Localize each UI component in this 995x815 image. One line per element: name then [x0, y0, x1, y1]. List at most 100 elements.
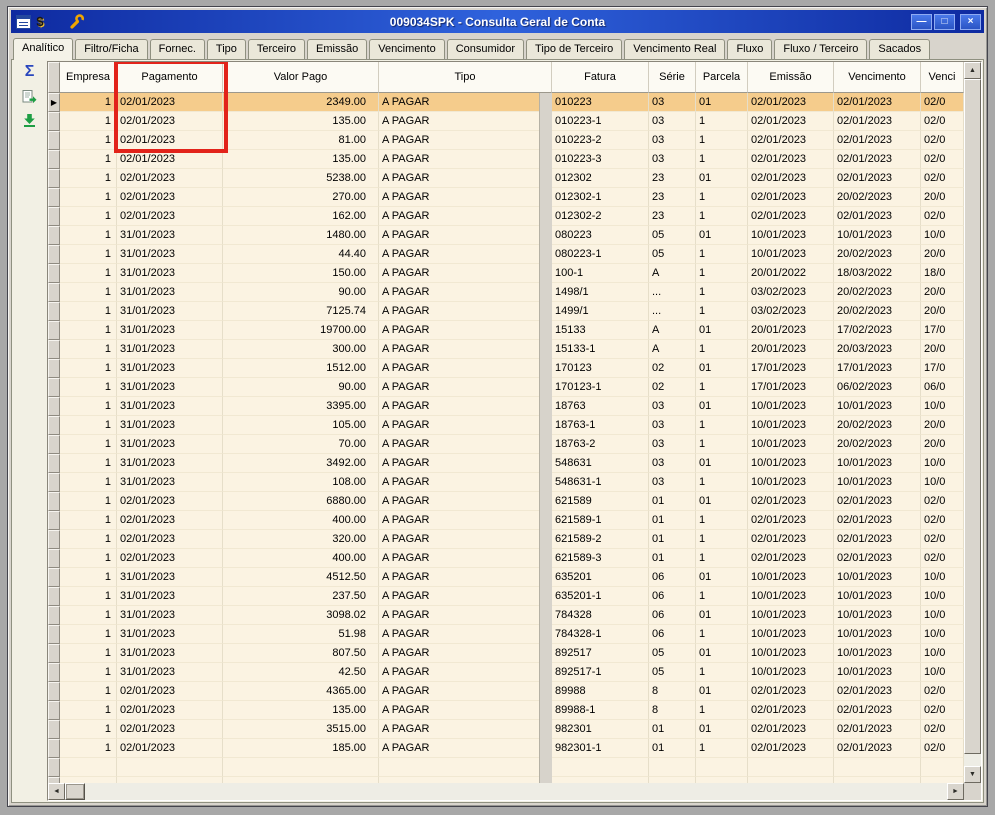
- export-grid-button[interactable]: [20, 87, 40, 105]
- cell[interactable]: A PAGAR: [379, 397, 552, 416]
- cell[interactable]: A PAGAR: [379, 644, 552, 663]
- table-row[interactable]: 131/01/20233492.00A PAGAR548631030110/01…: [48, 454, 964, 473]
- cell[interactable]: 02/01/2023: [117, 511, 223, 530]
- cell[interactable]: 20/0: [921, 188, 964, 207]
- cell[interactable]: 31/01/2023: [117, 378, 223, 397]
- cell[interactable]: 400.00: [223, 549, 379, 568]
- cell[interactable]: 1: [696, 302, 748, 321]
- cell[interactable]: 02/01/2023: [117, 112, 223, 131]
- cell[interactable]: 20/01/2022: [748, 264, 834, 283]
- cell[interactable]: 70.00: [223, 435, 379, 454]
- horizontal-scroll-thumb[interactable]: [65, 783, 85, 800]
- cell[interactable]: A: [649, 340, 696, 359]
- cell[interactable]: 18/03/2022: [834, 264, 921, 283]
- cell[interactable]: 02/01/2023: [748, 530, 834, 549]
- cell[interactable]: 10/0: [921, 644, 964, 663]
- vertical-scroll-thumb[interactable]: [964, 79, 981, 754]
- row-indicator[interactable]: [48, 492, 60, 511]
- cell[interactable]: 31/01/2023: [117, 340, 223, 359]
- cell[interactable]: 548631-1: [552, 473, 649, 492]
- cell[interactable]: 1: [60, 511, 117, 530]
- cell[interactable]: 1: [60, 492, 117, 511]
- cell[interactable]: 10/01/2023: [834, 454, 921, 473]
- cell[interactable]: 1: [60, 359, 117, 378]
- cell[interactable]: 31/01/2023: [117, 606, 223, 625]
- cell[interactable]: 621589-1: [552, 511, 649, 530]
- cell[interactable]: 20/0: [921, 416, 964, 435]
- cell[interactable]: A PAGAR: [379, 93, 552, 112]
- cell[interactable]: A PAGAR: [379, 359, 552, 378]
- cell[interactable]: 31/01/2023: [117, 226, 223, 245]
- table-row[interactable]: 131/01/2023150.00A PAGAR100-1A120/01/202…: [48, 264, 964, 283]
- tab-vencimento-real[interactable]: Vencimento Real: [624, 39, 725, 59]
- cell[interactable]: 42.50: [223, 663, 379, 682]
- row-indicator[interactable]: [48, 625, 60, 644]
- cell[interactable]: 6880.00: [223, 492, 379, 511]
- cell[interactable]: A PAGAR: [379, 587, 552, 606]
- cell[interactable]: 02/01/2023: [834, 150, 921, 169]
- cell[interactable]: 10/01/2023: [748, 587, 834, 606]
- scroll-left-button[interactable]: ◄: [48, 783, 65, 800]
- cell[interactable]: 03: [649, 416, 696, 435]
- cell[interactable]: 1512.00: [223, 359, 379, 378]
- cell[interactable]: 01: [649, 492, 696, 511]
- cell[interactable]: A PAGAR: [379, 625, 552, 644]
- cell[interactable]: 02/0: [921, 93, 964, 112]
- cell[interactable]: 621589-3: [552, 549, 649, 568]
- cell[interactable]: 02/01/2023: [748, 150, 834, 169]
- column-header-tipo[interactable]: Tipo: [379, 62, 552, 93]
- cell[interactable]: 300.00: [223, 340, 379, 359]
- cell[interactable]: A PAGAR: [379, 283, 552, 302]
- cell[interactable]: 1: [696, 188, 748, 207]
- cell[interactable]: 1: [696, 264, 748, 283]
- cell[interactable]: 01: [696, 93, 748, 112]
- cell[interactable]: 02/01/2023: [748, 549, 834, 568]
- tab-vencimento[interactable]: Vencimento: [369, 39, 444, 59]
- tab-tipo[interactable]: Tipo: [207, 39, 246, 59]
- cell[interactable]: 06: [649, 606, 696, 625]
- cell[interactable]: 10/01/2023: [834, 644, 921, 663]
- cell[interactable]: 1: [696, 549, 748, 568]
- cell[interactable]: 17/01/2023: [748, 378, 834, 397]
- row-indicator[interactable]: [48, 112, 60, 131]
- cell[interactable]: 51.98: [223, 625, 379, 644]
- cell[interactable]: A PAGAR: [379, 340, 552, 359]
- cell[interactable]: A PAGAR: [379, 549, 552, 568]
- cell[interactable]: 20/02/2023: [834, 416, 921, 435]
- scroll-down-button[interactable]: ▼: [964, 766, 981, 783]
- cell[interactable]: 892517-1: [552, 663, 649, 682]
- table-row[interactable]: 102/01/2023135.00A PAGAR89988-18102/01/2…: [48, 701, 964, 720]
- cell[interactable]: 10/01/2023: [748, 473, 834, 492]
- table-row[interactable]: 131/01/20234512.50A PAGAR635201060110/01…: [48, 568, 964, 587]
- cell[interactable]: 89988: [552, 682, 649, 701]
- cell[interactable]: 10/0: [921, 606, 964, 625]
- cell[interactable]: 01: [696, 397, 748, 416]
- app-icon[interactable]: [14, 13, 32, 31]
- cell[interactable]: 1: [696, 663, 748, 682]
- row-indicator[interactable]: ▶: [48, 93, 60, 112]
- cell[interactable]: 17/01/2023: [748, 359, 834, 378]
- cell[interactable]: 010223-1: [552, 112, 649, 131]
- cell[interactable]: 10/01/2023: [834, 625, 921, 644]
- cell[interactable]: 3098.02: [223, 606, 379, 625]
- cell[interactable]: 10/01/2023: [748, 435, 834, 454]
- cell[interactable]: 982301-1: [552, 739, 649, 758]
- cell[interactable]: 100-1: [552, 264, 649, 283]
- cell[interactable]: 012302-1: [552, 188, 649, 207]
- cell[interactable]: 20/0: [921, 283, 964, 302]
- cell[interactable]: 02/01/2023: [117, 549, 223, 568]
- cell[interactable]: 01: [696, 226, 748, 245]
- cell[interactable]: 31/01/2023: [117, 283, 223, 302]
- cell[interactable]: 20/02/2023: [834, 283, 921, 302]
- cell[interactable]: 20/03/2023: [834, 340, 921, 359]
- cell[interactable]: 02/01/2023: [834, 739, 921, 758]
- cell[interactable]: 06: [649, 568, 696, 587]
- cell[interactable]: 15133: [552, 321, 649, 340]
- cell[interactable]: 02/01/2023: [748, 720, 834, 739]
- cell[interactable]: 02/0: [921, 492, 964, 511]
- cell[interactable]: 02/01/2023: [748, 188, 834, 207]
- cell[interactable]: 01: [696, 169, 748, 188]
- close-button[interactable]: ×: [960, 14, 981, 30]
- cell[interactable]: 90.00: [223, 283, 379, 302]
- cell[interactable]: 90.00: [223, 378, 379, 397]
